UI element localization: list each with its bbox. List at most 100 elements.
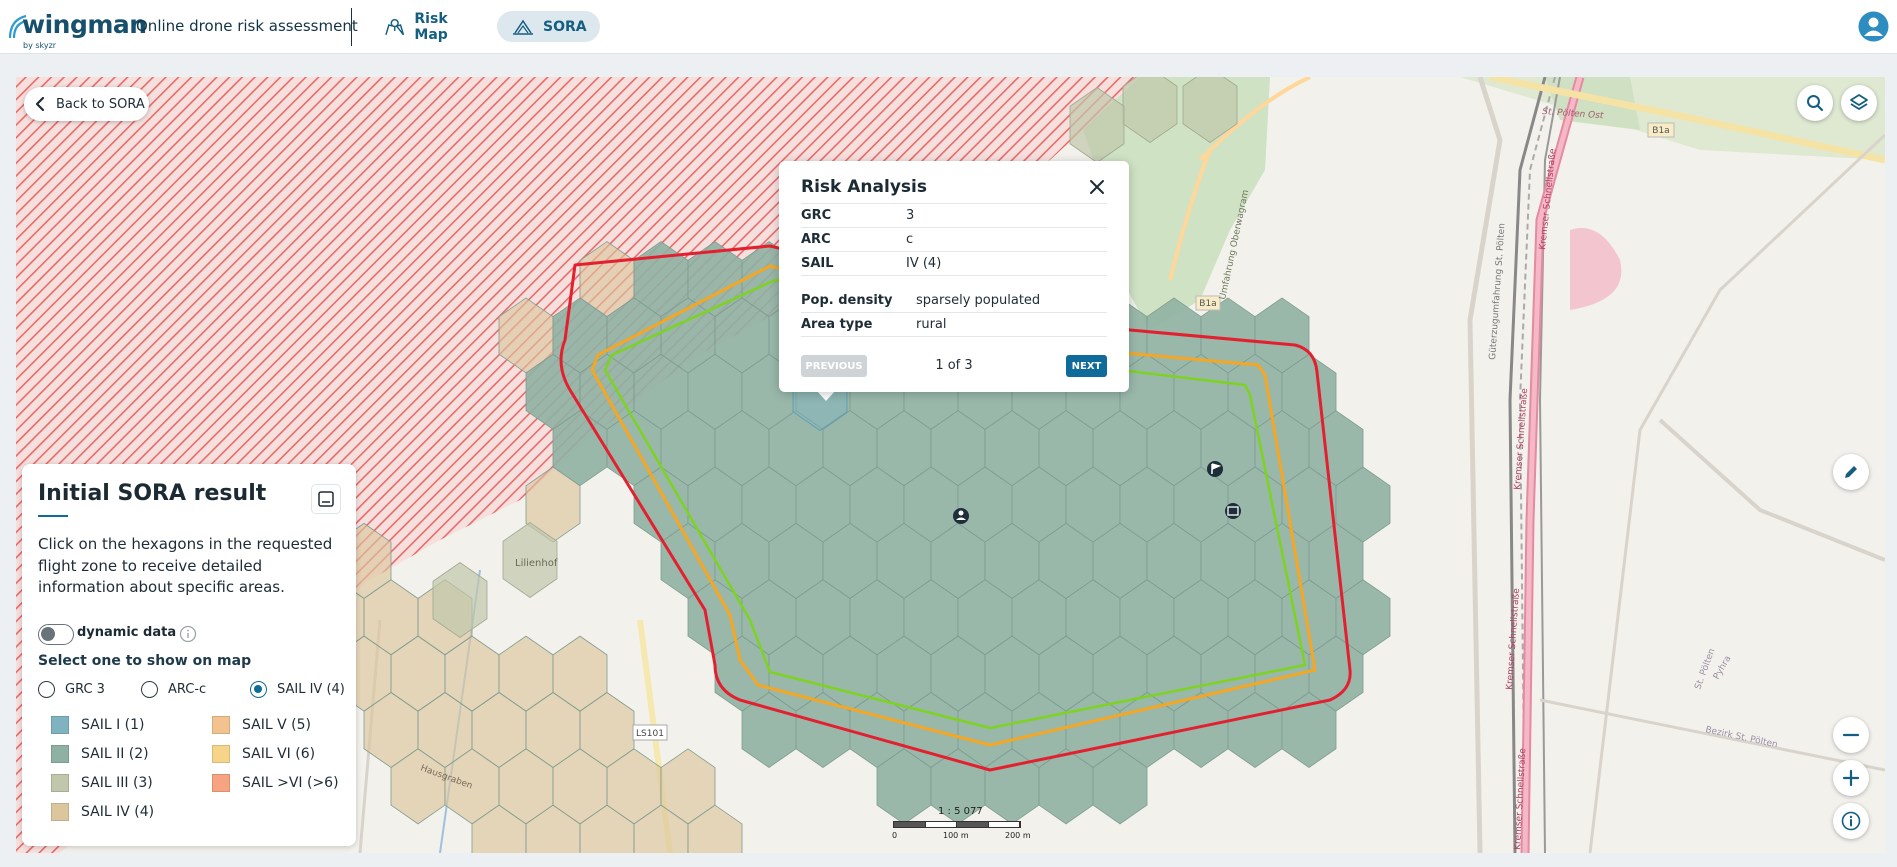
dynamic-data-toggle[interactable] <box>38 624 74 645</box>
legend-sail-5: SAIL V (5) <box>212 715 311 735</box>
legend-label: SAIL IV (4) <box>81 804 155 820</box>
radio-arc[interactable]: ARC-c <box>141 681 206 698</box>
app-title: Online drone risk assessment <box>136 17 358 35</box>
legend-label: SAIL V (5) <box>242 717 311 733</box>
map-scale: 1 : 5 077 0 100 m 200 m <box>892 806 1043 846</box>
layers-icon <box>1850 94 1868 110</box>
popup-key: GRC <box>801 208 832 223</box>
radio-grc[interactable]: GRC 3 <box>38 681 105 698</box>
app-header: wingman by skyzr Online drone risk asses… <box>0 0 1897 54</box>
radio-button-selected[interactable] <box>250 681 267 698</box>
chevron-left-icon <box>35 96 45 112</box>
panel-description: Click on the hexagons in the requested f… <box>38 535 333 596</box>
next-button[interactable]: NEXT <box>1066 355 1107 377</box>
map-layers-button[interactable] <box>1841 85 1877 121</box>
popup-key: SAIL <box>801 256 834 271</box>
tab-sora[interactable]: SORA <box>497 11 600 42</box>
legend-swatch <box>51 716 69 734</box>
panel-title: Initial SORA result <box>38 481 267 506</box>
legend-swatch <box>212 745 230 763</box>
popup-value: 3 <box>906 208 915 223</box>
road-label-b1a: B1a <box>1199 299 1216 309</box>
popup-row-arc: ARC c <box>801 228 1107 252</box>
legend-sail-3: SAIL III (3) <box>51 773 153 793</box>
legend-swatch <box>51 745 69 763</box>
legend-label: SAIL II (2) <box>81 746 149 762</box>
info-icon <box>1841 811 1861 831</box>
user-account-icon[interactable] <box>1858 11 1889 42</box>
radio-label: GRC 3 <box>65 682 105 697</box>
radio-button[interactable] <box>38 681 55 698</box>
popup-key: Area type <box>801 317 873 332</box>
tab-risk-map[interactable]: Risk Map <box>378 10 484 43</box>
zoom-in-button[interactable] <box>1833 760 1869 796</box>
legend-label: SAIL >VI (>6) <box>242 775 339 791</box>
back-to-sora-label: Back to SORA <box>56 96 145 112</box>
map-search-button[interactable] <box>1797 85 1833 121</box>
back-to-sora-button[interactable]: Back to SORA <box>24 87 149 121</box>
zoom-out-button[interactable] <box>1833 717 1869 753</box>
search-icon <box>1807 95 1824 112</box>
dynamic-data-label: dynamic data <box>77 625 177 640</box>
popup-key: ARC <box>801 232 831 247</box>
legend-sail-1: SAIL I (1) <box>51 715 145 735</box>
legend-sail-4: SAIL IV (4) <box>51 802 154 822</box>
minimize-icon <box>318 491 334 507</box>
popup-pointer <box>817 391 835 401</box>
popup-value: c <box>906 232 914 247</box>
popup-row-area-type: Area type rural <box>801 313 1107 337</box>
legend-swatch <box>212 774 230 792</box>
popup-title: Risk Analysis <box>801 177 927 197</box>
legend-label: SAIL III (3) <box>81 775 153 791</box>
scale-bar <box>893 821 1021 828</box>
popup-value: IV (4) <box>906 256 942 271</box>
risk-analysis-popup: Risk Analysis GRC 3 ARC c SAIL IV (4) Po… <box>779 161 1129 392</box>
radio-sail[interactable]: SAIL IV (4) <box>250 681 345 698</box>
popup-row-sail: SAIL IV (4) <box>801 252 1107 276</box>
title-underline <box>38 515 68 517</box>
popup-key: Pop. density <box>801 293 893 308</box>
person-marker-icon[interactable] <box>953 508 969 524</box>
sora-icon <box>513 19 533 35</box>
popup-row-grc: GRC 3 <box>801 204 1107 228</box>
legend-sail-6: SAIL VI (6) <box>212 744 315 764</box>
flag-marker-icon[interactable] <box>1207 461 1223 477</box>
wingman-logo[interactable]: wingman by skyzr <box>8 8 147 50</box>
popup-value: rural <box>916 317 947 332</box>
radio-label: SAIL IV (4) <box>277 682 345 697</box>
building-marker-icon[interactable] <box>1225 503 1241 519</box>
legend-swatch <box>51 803 69 821</box>
info-icon[interactable] <box>179 625 197 643</box>
scale-label-100: 100 m <box>943 831 969 840</box>
tab-risk-map-label: Risk Map <box>414 10 448 43</box>
map-info-button[interactable] <box>1833 803 1869 839</box>
scale-label-200: 200 m <box>1005 831 1031 840</box>
road-label-b1a-2: B1a <box>1652 126 1669 136</box>
draw-edit-button[interactable] <box>1833 454 1869 490</box>
legend-swatch <box>212 716 230 734</box>
minimize-panel-button[interactable] <box>311 484 341 514</box>
legend-swatch <box>51 774 69 792</box>
previous-button[interactable]: PREVIOUS <box>801 355 867 377</box>
popup-row-pop-density: Pop. density sparsely populated <box>801 289 1107 313</box>
radio-label: ARC-c <box>168 682 207 697</box>
popup-value: sparsely populated <box>916 293 1041 308</box>
select-layer-label: Select one to show on map <box>38 653 252 669</box>
legend-label: SAIL VI (6) <box>242 746 316 762</box>
road-label-ls101: LS101 <box>636 729 664 739</box>
close-icon[interactable] <box>1087 177 1107 197</box>
logo-subtext: by skyzr <box>23 41 57 50</box>
radio-button[interactable] <box>141 681 158 698</box>
header-divider <box>351 8 352 46</box>
minus-icon <box>1842 733 1860 737</box>
scale-ratio: 1 : 5 077 <box>938 806 983 817</box>
scale-label-0: 0 <box>892 831 898 840</box>
initial-sora-result-panel: Initial SORA result Click on the hexagon… <box>22 464 356 846</box>
tab-sora-label: SORA <box>543 18 587 35</box>
popup-pager: 1 of 3 PREVIOUS NEXT <box>801 355 1107 378</box>
logo-text: wingman <box>22 10 147 39</box>
pencil-icon <box>1845 466 1857 478</box>
legend-label: SAIL I (1) <box>81 717 145 733</box>
legend-sail-over-6: SAIL >VI (>6) <box>212 773 339 793</box>
toggle-knob <box>41 627 55 641</box>
